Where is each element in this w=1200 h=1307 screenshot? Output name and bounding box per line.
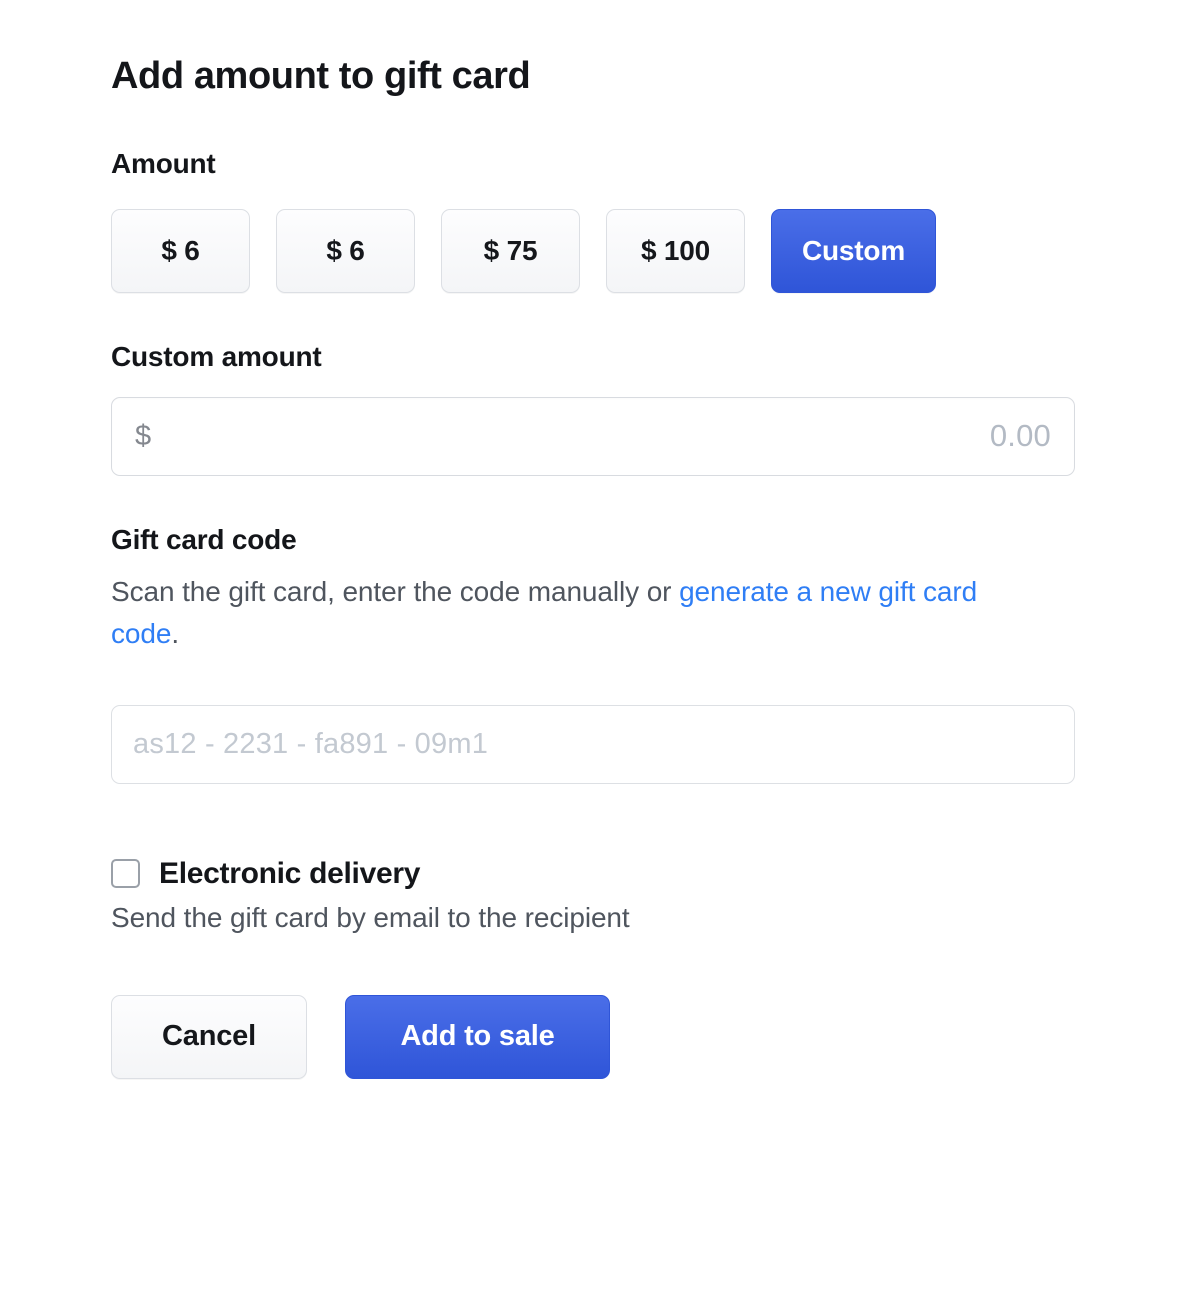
amount-option-1[interactable]: $ 6	[111, 209, 250, 294]
description-suffix-text: .	[171, 617, 180, 649]
dialog-content: Add amount to gift card Amount $ 6 $ 6 $…	[111, 0, 1075, 1079]
custom-amount-section: Custom amount $ 0.00	[111, 340, 1075, 476]
gift-card-amount-dialog: Add amount to gift card Amount $ 6 $ 6 $…	[0, 0, 1200, 1307]
add-to-sale-button[interactable]: Add to sale	[345, 994, 610, 1079]
electronic-delivery-description: Send the gift card by email to the recip…	[111, 901, 630, 933]
gift-card-code-label: Gift card code	[111, 523, 297, 555]
amount-option-4[interactable]: $ 100	[606, 209, 745, 294]
amount-label: Amount	[111, 147, 216, 179]
custom-amount-value: 0.00	[989, 418, 1051, 454]
currency-symbol-icon: $	[135, 419, 152, 452]
custom-amount-input[interactable]: $ 0.00	[111, 396, 1075, 476]
gift-card-code-section: Gift card code Scan the gift card, enter…	[111, 523, 1075, 784]
cancel-button[interactable]: Cancel	[111, 994, 307, 1079]
amount-option-3[interactable]: $ 75	[441, 209, 580, 294]
amount-option-2[interactable]: $ 6	[276, 209, 415, 294]
dialog-actions: Cancel Add to sale	[111, 994, 1075, 1079]
electronic-delivery-label[interactable]: Electronic delivery	[159, 857, 420, 890]
description-prefix-text: Scan the gift card, enter the code manua…	[111, 576, 680, 608]
gift-card-code-input[interactable]	[111, 704, 1075, 784]
electronic-delivery-checkbox[interactable]	[111, 858, 140, 888]
amount-option-custom[interactable]: Custom	[771, 209, 937, 294]
custom-amount-label: Custom amount	[111, 341, 322, 373]
amount-section: Amount $ 6 $ 6 $ 75 $ 100 Custom	[111, 147, 1075, 294]
gift-card-code-description: Scan the gift card, enter the code manua…	[111, 571, 1041, 653]
electronic-delivery-row[interactable]: Electronic delivery	[111, 857, 1075, 890]
amount-options-row: $ 6 $ 6 $ 75 $ 100 Custom	[111, 209, 1075, 294]
electronic-delivery-section: Electronic delivery Send the gift card b…	[111, 857, 1075, 934]
page-title: Add amount to gift card	[111, 55, 531, 97]
